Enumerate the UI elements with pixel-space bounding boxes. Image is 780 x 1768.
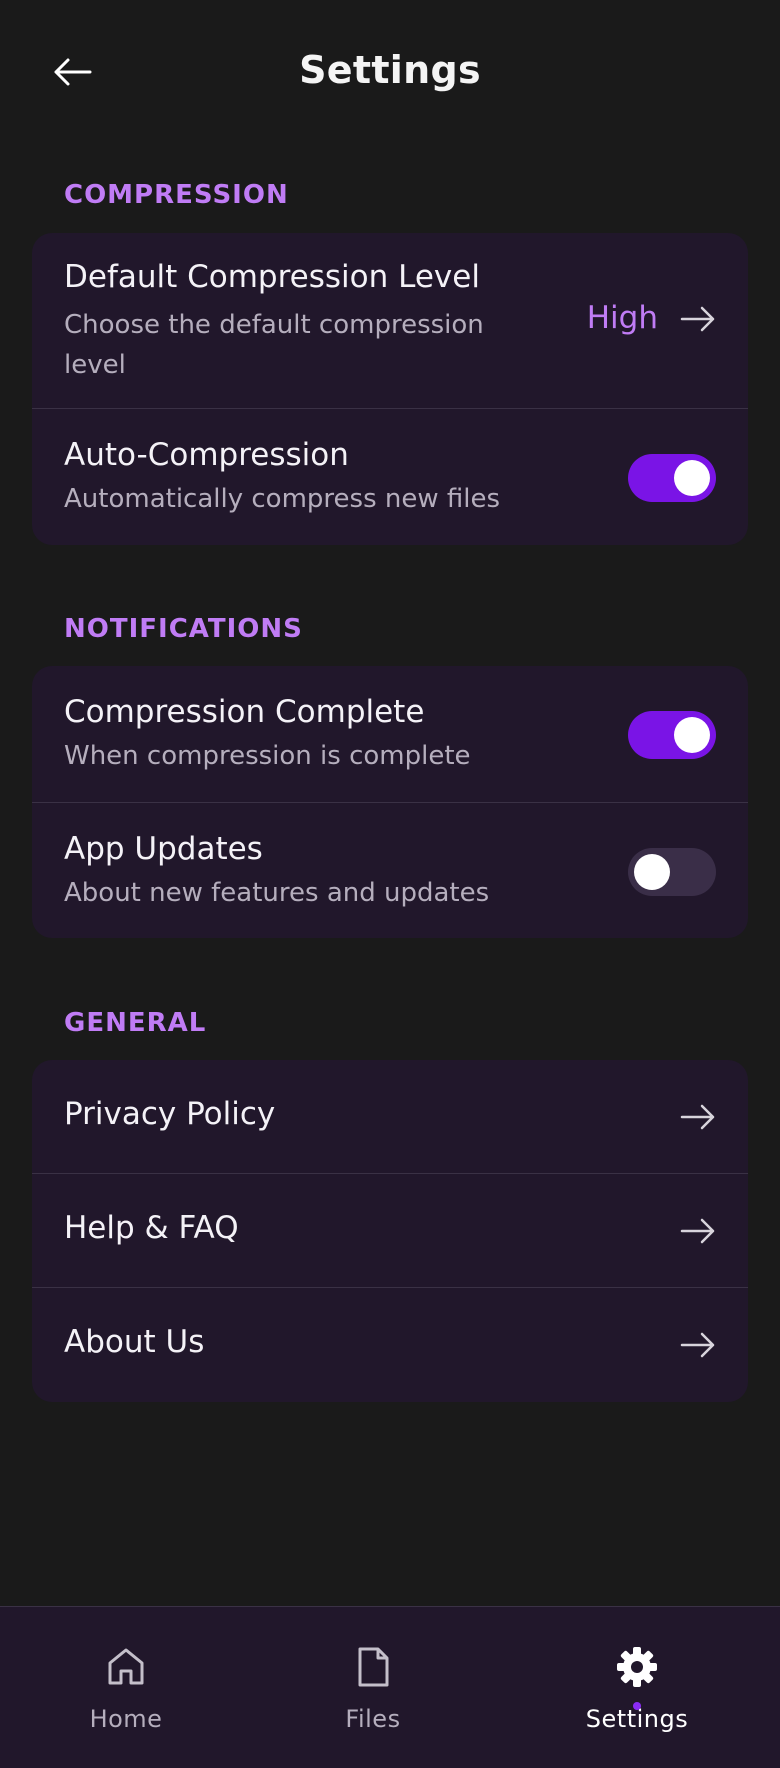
row-subtitle: When compression is complete: [64, 741, 471, 771]
app-updates-toggle[interactable]: [628, 848, 716, 896]
arrow-right-icon: [680, 306, 715, 332]
nav-item-home[interactable]: Home: [26, 1607, 226, 1768]
row-title: Help & FAQ: [64, 1210, 239, 1246]
auto-compression-row: Auto-Compression Automatically compress …: [32, 409, 748, 545]
notifications-card: Compression Complete When compression is…: [32, 666, 748, 938]
row-title: Compression Complete: [64, 694, 425, 730]
row-title: Default Compression Level: [64, 259, 480, 295]
row-title: App Updates: [64, 831, 263, 867]
section-title-compression: COMPRESSION: [64, 180, 289, 210]
compression-card: Default Compression Level Choose the def…: [32, 233, 748, 545]
auto-compression-toggle[interactable]: [628, 454, 716, 502]
nav-item-files[interactable]: Files: [273, 1607, 473, 1768]
file-icon: [358, 1647, 389, 1687]
nav-label: Files: [345, 1705, 401, 1733]
row-title: Auto-Compression: [64, 437, 349, 473]
compression-complete-toggle[interactable]: [628, 711, 716, 759]
row-subtitle: Automatically compress new files: [64, 484, 501, 514]
default-compression-level-row[interactable]: Default Compression Level Choose the def…: [32, 233, 748, 409]
settings-screen: Settings COMPRESSION Default Compression…: [0, 0, 780, 1768]
section-title-general: GENERAL: [64, 1008, 207, 1038]
privacy-policy-row[interactable]: Privacy Policy: [32, 1060, 748, 1174]
row-subtitle: About new features and updates: [64, 878, 490, 908]
arrow-right-icon: [680, 1104, 715, 1130]
toggle-knob: [634, 854, 670, 890]
toggle-knob: [674, 717, 710, 753]
bottom-navigation: Home Files Settings: [0, 1606, 780, 1768]
general-card: Privacy Policy Help & FAQ About Us: [32, 1060, 748, 1402]
help-faq-row[interactable]: Help & FAQ: [32, 1174, 748, 1288]
section-title-notifications: NOTIFICATIONS: [64, 614, 303, 644]
app-updates-row: App Updates About new features and updat…: [32, 803, 748, 938]
row-title: Privacy Policy: [64, 1096, 276, 1132]
compression-complete-row: Compression Complete When compression is…: [32, 666, 748, 803]
home-icon: [108, 1648, 144, 1685]
row-title: About Us: [64, 1324, 205, 1360]
row-subtitle: Choose the default compression level: [64, 310, 484, 380]
toggle-knob: [674, 460, 710, 496]
arrow-right-icon: [680, 1218, 715, 1244]
page-title: Settings: [299, 48, 481, 92]
active-indicator-dot: [633, 1702, 641, 1710]
nav-label: Home: [89, 1705, 163, 1733]
about-us-row[interactable]: About Us: [32, 1288, 748, 1402]
arrow-right-icon: [680, 1332, 715, 1358]
gear-icon: [617, 1647, 657, 1687]
compression-level-value: High: [586, 300, 658, 336]
app-header: Settings: [0, 0, 780, 145]
nav-item-settings[interactable]: Settings: [537, 1607, 737, 1768]
